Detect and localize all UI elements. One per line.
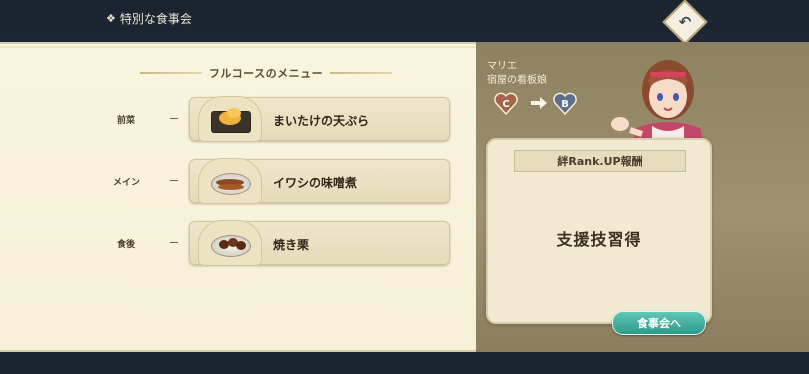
- top-bar: ❖ 特別な食事会 ↶: [0, 0, 809, 45]
- course-row: メイン イワシの味噌煮: [0, 158, 476, 205]
- back-button[interactable]: ↶: [662, 0, 708, 45]
- course-label: 前菜: [117, 116, 136, 126]
- rank-c-heart-icon: C: [494, 92, 518, 116]
- menu-title: フルコースのメニュー: [208, 67, 324, 80]
- ornament-left-icon: [140, 72, 202, 74]
- course-label: メイン: [113, 178, 141, 188]
- screen-title-text: 特別な食事会: [119, 12, 192, 26]
- course-row: 前菜 まいたけの天ぷら: [0, 96, 476, 143]
- menu-header: フルコースのメニュー: [140, 64, 392, 82]
- character-role: 宿屋の看板娘: [487, 75, 547, 86]
- character-name: マリエ: [487, 61, 517, 72]
- bottom-strip: [0, 352, 809, 374]
- ornament-right-icon: [330, 72, 392, 74]
- course-row: 食後 焼き栗: [0, 220, 476, 267]
- reward-title: 絆Rank.UP報酬: [557, 155, 643, 168]
- tempura-dish-icon: [198, 96, 262, 142]
- dish-name: まいたけの天ぷら: [273, 114, 370, 128]
- reward-card: 絆Rank.UP報酬 支援技習得: [486, 138, 712, 324]
- course-dash: [170, 180, 178, 181]
- reward-header: 絆Rank.UP報酬: [514, 150, 686, 172]
- rank-up-arrow-icon: [531, 97, 547, 109]
- screen-title: ❖ 特別な食事会: [106, 10, 192, 27]
- dish-name: 焼き栗: [273, 238, 310, 252]
- return-arrow-icon: ↶: [678, 13, 692, 31]
- course-dash: [170, 118, 178, 119]
- roasted-chestnut-icon: [198, 220, 262, 266]
- rank-to-text: B: [561, 99, 569, 110]
- course-card-appetizer[interactable]: まいたけの天ぷら: [189, 96, 450, 142]
- rank-b-heart-icon: B: [553, 92, 577, 116]
- course-card-dessert[interactable]: 焼き栗: [189, 220, 450, 266]
- dish-name: イワシの味噌煮: [273, 176, 358, 190]
- sardine-dish-icon: [198, 158, 262, 204]
- course-label: 食後: [117, 240, 136, 250]
- event-icon: ❖: [106, 12, 116, 25]
- course-dash: [170, 242, 178, 243]
- reward-text: 支援技習得: [556, 230, 642, 249]
- rank-from-text: C: [502, 99, 509, 110]
- go-to-dinner-button[interactable]: 食事会へ: [612, 311, 706, 335]
- course-card-main[interactable]: イワシの味噌煮: [189, 158, 450, 204]
